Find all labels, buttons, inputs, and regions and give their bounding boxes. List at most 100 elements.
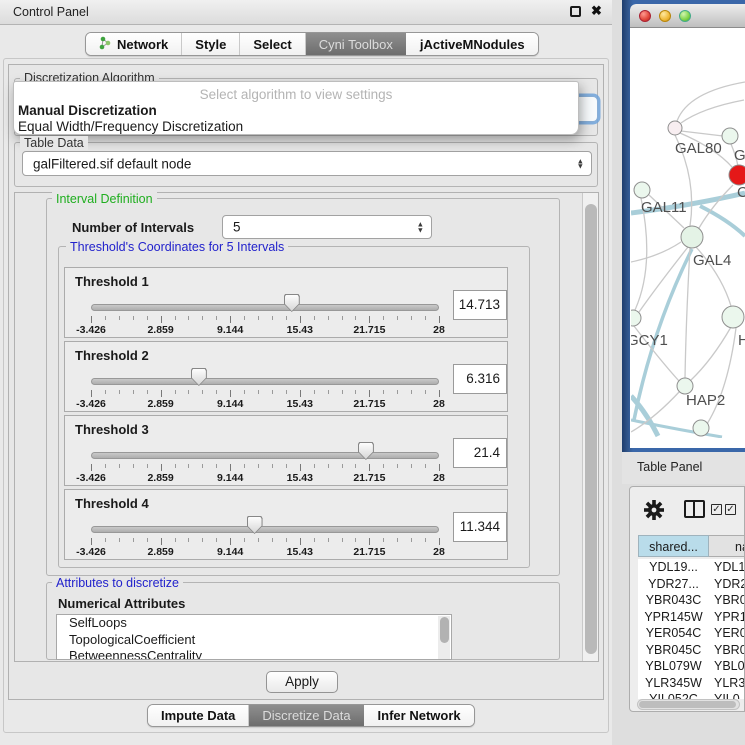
cell-name[interactable]: YIL0 (709, 691, 745, 699)
table-row[interactable]: YBR045CYBR0 (638, 642, 745, 659)
network-canvas-svg[interactable]: GAL80G.CGAL11GAL4GCY1HHAP2 (631, 28, 745, 438)
attributes-scrollbar-thumb[interactable] (440, 617, 449, 643)
tab-jactivemnodules[interactable]: jActiveMNodules (406, 33, 538, 55)
top-tabbar: NetworkStyleSelectCyni ToolboxjActiveMNo… (85, 32, 539, 56)
cell-name[interactable]: YPR1 (709, 609, 745, 626)
checkbox-icon[interactable]: ✓ (711, 504, 722, 515)
threshold-1-value-field[interactable]: 14.713 (453, 290, 507, 320)
network-node[interactable] (634, 182, 650, 198)
slider-tick (216, 390, 217, 394)
network-edge[interactable] (631, 242, 681, 262)
tab-style[interactable]: Style (181, 33, 239, 55)
slider-tick (411, 390, 412, 394)
threshold-3-slider-track[interactable] (91, 452, 439, 459)
threshold-1-slider-track[interactable] (91, 304, 439, 311)
attribute-item-topologicalcoefficient[interactable]: TopologicalCoefficient (57, 632, 451, 649)
threshold-4-slider-track[interactable] (91, 526, 439, 533)
column-header-name[interactable]: na... (709, 535, 745, 557)
cell-shared-name[interactable]: YBR043C (638, 592, 709, 609)
algorithm-option-equal-width[interactable]: Equal Width/Frequency Discretization (18, 119, 243, 134)
table-horizontal-scrollbar[interactable] (637, 699, 740, 710)
slider-tick (175, 464, 176, 468)
attribute-item-betweennesscentrality[interactable]: BetweennessCentrality (57, 648, 451, 660)
tab-cyni-toolbox[interactable]: Cyni Toolbox (305, 33, 406, 55)
cell-name[interactable]: YBR0 (709, 642, 745, 659)
network-edge-highlighted[interactable] (700, 206, 745, 236)
close-traffic-light-icon[interactable] (639, 10, 651, 22)
table-row[interactable]: YIL052CYIL0 (638, 691, 745, 699)
table-row[interactable]: YBR043CYBR0 (638, 592, 745, 609)
threshold-4-value-field[interactable]: 11.344 (453, 512, 507, 542)
network-node[interactable] (681, 226, 703, 248)
tab-discretize-data[interactable]: Discretize Data (248, 705, 363, 726)
slider-scale-label: 2.859 (147, 546, 173, 558)
cell-shared-name[interactable]: YLR345W (638, 675, 709, 692)
attributes-list-scrollbar[interactable] (438, 616, 450, 660)
network-node[interactable] (722, 128, 738, 144)
cell-shared-name[interactable]: YPR145W (638, 609, 709, 626)
table-row[interactable]: YLR345WYLR3 (638, 675, 745, 692)
cell-shared-name[interactable]: YDR27... (638, 576, 709, 593)
network-node[interactable] (668, 121, 682, 135)
table-row[interactable]: YPR145WYPR1 (638, 609, 745, 626)
network-node[interactable] (722, 306, 744, 328)
float-window-icon[interactable] (570, 6, 581, 17)
split-columns-icon[interactable] (684, 500, 705, 518)
cell-shared-name[interactable]: YIL052C (638, 691, 709, 699)
minimize-traffic-light-icon[interactable] (659, 10, 671, 22)
close-icon[interactable]: ✖ (591, 3, 602, 19)
number-of-intervals-combo[interactable]: 5 ▲▼ (222, 215, 432, 239)
apply-button[interactable]: Apply (266, 671, 338, 693)
cell-shared-name[interactable]: YDL19... (638, 559, 709, 576)
numerical-attributes-list[interactable]: SelfLoopsTopologicalCoefficientBetweenne… (56, 614, 452, 660)
table-data-combo[interactable]: galFiltered.sif default node ▲▼ (22, 151, 592, 176)
settings-vertical-scrollbar[interactable] (582, 193, 598, 661)
cell-name[interactable]: YDL1 (709, 559, 745, 576)
table-panel: ✓ ✓ shared... na... YDL19...YDL1YDR27...… (629, 486, 745, 712)
table-row[interactable]: YDL19...YDL1 (638, 559, 745, 576)
slider-scale-label: 9.144 (217, 398, 243, 410)
tab-network[interactable]: Network (86, 33, 181, 55)
node-table-rows[interactable]: YDL19...YDL1YDR27...YDR2YBR043CYBR0YPR14… (638, 559, 745, 699)
cell-shared-name[interactable]: YBL079W (638, 658, 709, 675)
column-header-shared-name[interactable]: shared... (638, 535, 709, 557)
table-row[interactable]: YBL079WYBL0 (638, 658, 745, 675)
slider-tick (286, 390, 287, 394)
threshold-2-slider-track[interactable] (91, 378, 439, 385)
zoom-traffic-light-icon[interactable] (679, 10, 691, 22)
network-node[interactable] (729, 165, 745, 185)
slider-tick (244, 464, 245, 468)
slider-tick (355, 464, 356, 468)
tab-infer-network[interactable]: Infer Network (364, 705, 474, 726)
attribute-item-selfloops[interactable]: SelfLoops (57, 615, 451, 632)
control-panel-titlebar: Control Panel ✖ (0, 0, 612, 25)
threshold-2-label: Threshold 2 (75, 348, 149, 363)
tab-select[interactable]: Select (239, 33, 304, 55)
cell-shared-name[interactable]: YBR045C (638, 642, 709, 659)
table-row[interactable]: YDR27...YDR2 (638, 576, 745, 593)
gear-icon[interactable] (643, 499, 665, 521)
cell-name[interactable]: YBR0 (709, 592, 745, 609)
slider-tick (161, 464, 162, 471)
network-edge[interactable] (685, 248, 690, 378)
table-hscrollbar-thumb[interactable] (639, 701, 736, 708)
combo-spinner-icon: ▲▼ (577, 158, 584, 169)
settings-scrollbar-thumb[interactable] (585, 204, 597, 654)
network-edge[interactable] (681, 131, 723, 136)
network-edge[interactable] (691, 327, 731, 380)
threshold-2-value-field[interactable]: 6.316 (453, 364, 507, 394)
network-window-titlebar[interactable] (630, 4, 745, 28)
tab-impute-data[interactable]: Impute Data (148, 705, 248, 726)
network-node[interactable] (693, 420, 709, 436)
network-node-label: GAL80 (675, 140, 722, 157)
cell-shared-name[interactable]: YER054C (638, 625, 709, 642)
checkbox-icon[interactable]: ✓ (725, 504, 736, 515)
cell-name[interactable]: YLR3 (709, 675, 745, 692)
cell-name[interactable]: YBL0 (709, 658, 745, 675)
threshold-3-value-field[interactable]: 21.4 (453, 438, 507, 468)
cell-name[interactable]: YER0 (709, 625, 745, 642)
algorithm-option-manual[interactable]: Manual Discretization (18, 103, 157, 118)
cell-name[interactable]: YDR2 (709, 576, 745, 593)
table-row[interactable]: YER054CYER0 (638, 625, 745, 642)
network-node[interactable] (631, 310, 641, 326)
